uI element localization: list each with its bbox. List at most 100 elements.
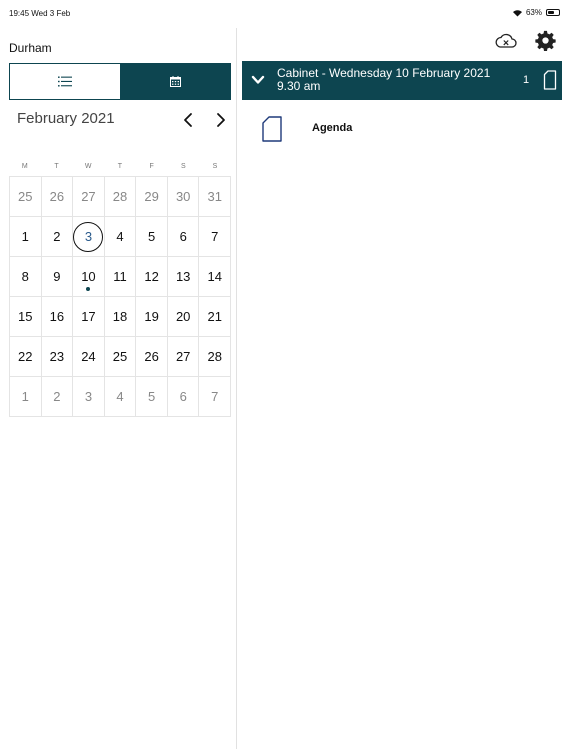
calendar-day-number: 1 xyxy=(21,229,29,244)
calendar-day-number: 6 xyxy=(179,229,187,244)
cloud-sync-button[interactable] xyxy=(494,32,518,50)
weekday-label: T xyxy=(117,163,123,170)
month-title: February 2021 xyxy=(17,110,115,127)
calendar-day[interactable]: 7 xyxy=(199,377,232,417)
calendar-day[interactable]: 8 xyxy=(10,257,42,297)
calendar-day[interactable]: 26 xyxy=(136,337,168,377)
calendar-day[interactable]: 10 xyxy=(73,257,105,297)
calendar-day-number: 11 xyxy=(113,269,127,284)
calendar-day-number: 4 xyxy=(116,229,124,244)
calendar-day[interactable]: 6 xyxy=(167,217,200,257)
calendar-day[interactable]: 5 xyxy=(136,217,168,257)
document-icon xyxy=(543,70,557,90)
calendar-day-number: 7 xyxy=(211,389,219,404)
calendar-day[interactable]: 21 xyxy=(199,297,232,337)
calendar-day-number: 8 xyxy=(21,269,29,284)
calendar-day[interactable]: 22 xyxy=(10,337,42,377)
calendar-day[interactable]: 2 xyxy=(41,217,74,257)
calendar-day[interactable]: 7 xyxy=(199,217,232,257)
calendar-week-row: 1 2 3 4 5 6 7 xyxy=(10,377,232,417)
calendar-day[interactable]: 19 xyxy=(136,297,168,337)
calendar-day[interactable]: 13 xyxy=(167,257,200,297)
calendar-day[interactable]: 26 xyxy=(41,177,74,217)
calendar-grid: 25 26 27 28 29 30 31 1 2 3 4 5 6 7 8 9 10 11 12 13 14 15 16 17 1… xyxy=(9,176,232,417)
meeting-header[interactable]: Cabinet - Wednesday 10 February 2021 9.3… xyxy=(242,61,562,100)
document-count: 1 xyxy=(523,74,530,86)
weekday-label: S xyxy=(180,163,186,170)
list-view-button[interactable] xyxy=(10,64,120,99)
calendar-day-number: 7 xyxy=(211,229,219,244)
weekday-header: MTWTFSS xyxy=(9,163,231,170)
list-icon xyxy=(58,76,72,87)
calendar-day-number: 31 xyxy=(207,189,222,204)
battery-fill xyxy=(548,11,555,14)
calendar-day-number: 28 xyxy=(112,189,128,204)
calendar-day[interactable]: 16 xyxy=(41,297,74,337)
calendar-day-number: 18 xyxy=(112,309,128,324)
settings-button[interactable] xyxy=(535,30,556,51)
calendar-day[interactable]: 30 xyxy=(167,177,200,217)
calendar-day[interactable]: 18 xyxy=(104,297,137,337)
calendar-day[interactable]: 1 xyxy=(10,377,42,417)
calendar-day-number: 14 xyxy=(207,269,222,284)
calendar-day[interactable]: 24 xyxy=(73,337,105,377)
calendar-view-button[interactable] xyxy=(120,64,230,99)
calendar-day-number: 2 xyxy=(53,229,61,244)
calendar-day[interactable]: 28 xyxy=(199,337,232,377)
month-header: February 2021 xyxy=(17,110,231,130)
calendar-day-number: 5 xyxy=(147,229,156,244)
calendar-day[interactable]: 2 xyxy=(41,377,74,417)
calendar-day[interactable]: 29 xyxy=(136,177,168,217)
meeting-title: Cabinet - Wednesday 10 February 2021 9.3… xyxy=(277,67,507,93)
chevron-left-icon xyxy=(184,113,192,127)
calendar-day-number: 27 xyxy=(81,189,96,204)
calendar-day[interactable]: 5 xyxy=(136,377,168,417)
calendar-day[interactable]: 4 xyxy=(104,217,137,257)
calendar-week-row: 22 23 24 25 26 27 28 xyxy=(10,337,232,377)
calendar-day[interactable]: 23 xyxy=(41,337,74,377)
calendar-day[interactable]: 27 xyxy=(73,177,105,217)
calendar-day[interactable]: 28 xyxy=(104,177,137,217)
chevron-right-icon xyxy=(217,113,225,127)
calendar-day[interactable]: 6 xyxy=(167,377,200,417)
calendar-day-number: 22 xyxy=(18,349,33,364)
calendar-day[interactable]: 27 xyxy=(167,337,200,377)
calendar-day[interactable]: 3 xyxy=(73,377,105,417)
calendar-day[interactable]: 9 xyxy=(41,257,74,297)
chevron-down-icon[interactable] xyxy=(251,75,265,85)
calendar-day-number: 27 xyxy=(175,349,191,364)
document-icon xyxy=(262,116,282,142)
weekday-label: M xyxy=(21,163,28,170)
next-month-button[interactable] xyxy=(212,111,228,129)
calendar-day[interactable]: 14 xyxy=(199,257,232,297)
calendar-day[interactable]: 31 xyxy=(199,177,232,217)
calendar-day-number: 30 xyxy=(175,189,191,204)
weekday-label: S xyxy=(212,163,218,170)
calendar-day-number: 6 xyxy=(179,389,187,404)
calendar-day-number: 17 xyxy=(81,309,96,324)
council-name: Durham xyxy=(9,41,52,55)
calendar-day[interactable]: 15 xyxy=(10,297,42,337)
pane-divider xyxy=(236,28,237,749)
gear-icon xyxy=(535,30,556,51)
view-toggle xyxy=(9,63,231,100)
calendar-day[interactable]: 4 xyxy=(104,377,137,417)
calendar-day[interactable]: 11 xyxy=(104,257,137,297)
calendar-day[interactable]: 17 xyxy=(73,297,105,337)
calendar-day-number: 12 xyxy=(144,269,159,284)
calendar-day-number: 9 xyxy=(53,269,61,284)
document-row[interactable]: Agenda xyxy=(262,116,552,146)
calendar-week-row: 25 26 27 28 29 30 31 xyxy=(10,177,232,217)
calendar-day[interactable]: 12 xyxy=(136,257,168,297)
calendar-day[interactable]: 20 xyxy=(167,297,200,337)
status-bar: 19:45 Wed 3 Feb 63% xyxy=(0,0,564,22)
calendar-day[interactable]: 1 xyxy=(10,217,42,257)
calendar-day-number: 19 xyxy=(144,309,159,324)
calendar-week-row: 15 16 17 18 19 20 21 xyxy=(10,297,232,337)
calendar-day-today[interactable]: 3 xyxy=(73,217,105,257)
calendar-day[interactable]: 25 xyxy=(104,337,137,377)
previous-month-button[interactable] xyxy=(181,111,197,129)
calendar-week-row: 1 2 3 4 5 6 7 xyxy=(10,217,232,257)
calendar-day[interactable]: 25 xyxy=(10,177,42,217)
wifi-icon xyxy=(513,9,522,17)
